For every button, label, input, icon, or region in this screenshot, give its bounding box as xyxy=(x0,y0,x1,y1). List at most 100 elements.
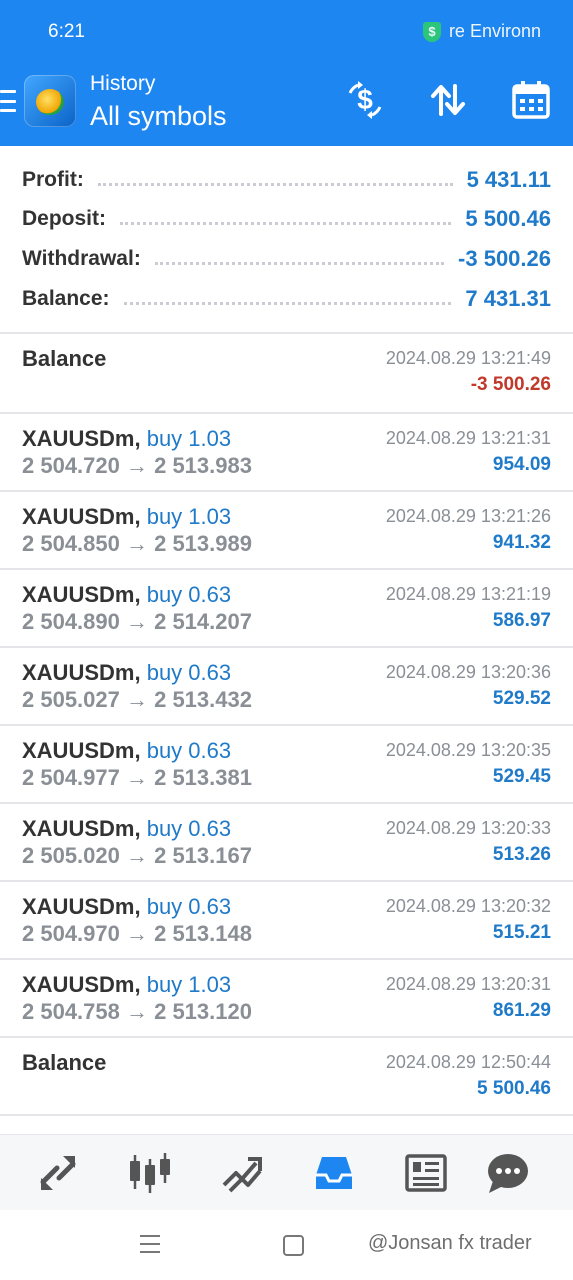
entry-prices: 2 505.027 → 2 513.432 xyxy=(22,687,252,712)
bottom-navigation xyxy=(0,1134,573,1211)
entry-time: 2024.08.29 13:20:35 xyxy=(385,740,551,760)
page-title[interactable]: All symbols xyxy=(90,101,227,132)
entry-time: 2024.08.29 13:20:33 xyxy=(385,818,551,838)
entry-symbol: XAUUSDm, xyxy=(22,660,141,685)
app-bar: History All symbols $ xyxy=(0,60,573,146)
entry-prices: 2 504.977 → 2 513.381 xyxy=(22,765,252,790)
chart-icon[interactable] xyxy=(126,1149,174,1197)
balance-label: Balance: xyxy=(22,287,110,310)
entry-time: 2024.08.29 13:20:36 xyxy=(385,662,551,682)
history-row-deal[interactable]: XAUUSDm, buy 0.63 2 505.027 → 2 513.432 … xyxy=(0,648,573,726)
shield-dollar-icon: $ xyxy=(422,21,441,42)
entry-amount: 5 500.46 xyxy=(477,1078,551,1099)
entry-prices: 2 505.020 → 2 513.167 xyxy=(22,843,252,868)
history-row-deal[interactable]: XAUUSDm, buy 0.63 2 505.020 → 2 513.167 … xyxy=(0,804,573,882)
profit-value: 5 431.11 xyxy=(466,167,551,192)
entry-symbol: XAUUSDm, xyxy=(22,972,141,997)
entry-time: 2024.08.29 13:21:31 xyxy=(385,428,551,448)
app-logo[interactable] xyxy=(24,75,76,127)
entry-time: 2024.08.29 13:20:31 xyxy=(385,974,551,994)
entry-profit: 861.29 xyxy=(492,1000,551,1021)
entry-prices: 2 504.720 → 2 513.983 xyxy=(22,453,252,478)
trade-icon[interactable] xyxy=(218,1149,266,1197)
divider xyxy=(0,1114,573,1116)
deposit-value: 5 500.46 xyxy=(465,206,551,231)
entry-symbol: XAUUSDm, xyxy=(22,738,141,763)
entry-profit: 586.97 xyxy=(492,610,551,631)
vpn-status: $ re Environn xyxy=(422,21,541,42)
entry-side: buy 1.03 xyxy=(146,426,232,451)
entry-title: XAUUSDm, buy 0.63 xyxy=(22,816,231,842)
page-subtitle: History xyxy=(90,72,156,95)
entry-side: buy 0.63 xyxy=(146,816,232,841)
entry-time: 2024.08.29 13:21:19 xyxy=(385,584,551,604)
chat-icon[interactable] xyxy=(484,1149,532,1197)
entry-prices: 2 504.970 → 2 513.148 xyxy=(22,921,252,946)
history-row-balance[interactable]: Balance 2024.08.29 13:21:49 -3 500.26 xyxy=(0,334,573,412)
account-summary: Profit: 5 431.11 Deposit: 5 500.46 Withd… xyxy=(0,146,573,332)
entry-time: 2024.08.29 13:20:32 xyxy=(385,896,551,916)
dotted-leader xyxy=(123,301,452,305)
history-row-deal[interactable]: XAUUSDm, buy 1.03 2 504.720 → 2 513.983 … xyxy=(0,414,573,492)
entry-symbol: XAUUSDm, xyxy=(22,894,141,919)
deposit-row: Deposit: 5 500.46 xyxy=(22,201,551,237)
entry-symbol: XAUUSDm, xyxy=(22,816,141,841)
menu-icon[interactable] xyxy=(0,90,16,112)
entry-symbol: XAUUSDm, xyxy=(22,504,141,529)
entry-symbol: Balance xyxy=(22,346,107,371)
entry-title: XAUUSDm, buy 1.03 xyxy=(22,426,231,452)
entry-title: XAUUSDm, buy 1.03 xyxy=(22,972,231,998)
vpn-status-text: re Environn xyxy=(448,21,541,41)
entry-side: buy 0.63 xyxy=(146,582,232,607)
entry-title: XAUUSDm, buy 1.03 xyxy=(22,504,231,530)
entry-profit: 954.09 xyxy=(492,454,551,475)
entry-time: 2024.08.29 13:21:49 xyxy=(385,348,551,368)
balance-row: Balance: 7 431.31 xyxy=(22,281,551,317)
entry-title: XAUUSDm, buy 0.63 xyxy=(22,894,231,920)
history-icon[interactable] xyxy=(310,1149,358,1197)
entry-prices: 2 504.850 → 2 513.989 xyxy=(22,531,252,556)
svg-text:$: $ xyxy=(357,84,373,115)
entry-prices: 2 504.890 → 2 514.207 xyxy=(22,609,252,634)
profit-row: Profit: 5 431.11 xyxy=(22,162,551,198)
history-row-deal[interactable]: XAUUSDm, buy 0.63 2 504.890 → 2 514.207 … xyxy=(0,570,573,648)
dotted-leader xyxy=(97,182,453,186)
sort-icon[interactable] xyxy=(426,78,470,122)
recent-apps-icon[interactable] xyxy=(140,1235,160,1253)
withdrawal-row: Withdrawal: -3 500.26 xyxy=(22,241,551,277)
quotes-icon[interactable] xyxy=(34,1149,82,1197)
entry-symbol: Balance xyxy=(22,1050,107,1075)
entry-amount: -3 500.26 xyxy=(470,374,551,395)
entry-title: XAUUSDm, buy 0.63 xyxy=(22,582,231,608)
entry-profit: 529.52 xyxy=(492,688,551,709)
calendar-icon[interactable] xyxy=(509,78,553,122)
dotted-leader xyxy=(154,261,445,265)
deposit-label: Deposit: xyxy=(22,207,106,230)
entry-side: buy 0.63 xyxy=(146,660,232,685)
history-row-deal[interactable]: XAUUSDm, buy 0.63 2 504.970 → 2 513.148 … xyxy=(0,882,573,960)
entry-side: buy 1.03 xyxy=(146,972,232,997)
entry-symbol: XAUUSDm, xyxy=(22,582,141,607)
history-row-deal[interactable]: XAUUSDm, buy 1.03 2 504.758 → 2 513.120 … xyxy=(0,960,573,1038)
entry-time: 2024.08.29 13:21:26 xyxy=(385,506,551,526)
withdrawal-label: Withdrawal: xyxy=(22,247,141,270)
history-row-balance[interactable]: Balance 2024.08.29 12:50:44 5 500.46 xyxy=(0,1038,573,1116)
entry-profit: 941.32 xyxy=(492,532,551,553)
status-time: 6:21 xyxy=(48,21,85,42)
entry-side: buy 1.03 xyxy=(146,504,232,529)
currency-exchange-icon[interactable]: $ xyxy=(343,78,387,122)
home-icon[interactable] xyxy=(283,1235,304,1256)
history-row-deal[interactable]: XAUUSDm, buy 1.03 2 504.850 → 2 513.989 … xyxy=(0,492,573,570)
balance-value: 7 431.31 xyxy=(465,286,551,311)
news-icon[interactable] xyxy=(402,1149,450,1197)
entry-title: XAUUSDm, buy 0.63 xyxy=(22,660,231,686)
status-bar: 6:21 $ re Environn xyxy=(0,0,573,60)
history-row-deal[interactable]: XAUUSDm, buy 0.63 2 504.977 → 2 513.381 … xyxy=(0,726,573,804)
entry-side: buy 0.63 xyxy=(146,738,232,763)
entry-profit: 529.45 xyxy=(492,766,551,787)
entry-prices: 2 504.758 → 2 513.120 xyxy=(22,999,252,1024)
entry-profit: 515.21 xyxy=(492,922,551,943)
dotted-leader xyxy=(120,221,452,225)
entry-time: 2024.08.29 12:50:44 xyxy=(385,1052,551,1072)
watermark: @Jonsan fx trader xyxy=(368,1232,532,1254)
